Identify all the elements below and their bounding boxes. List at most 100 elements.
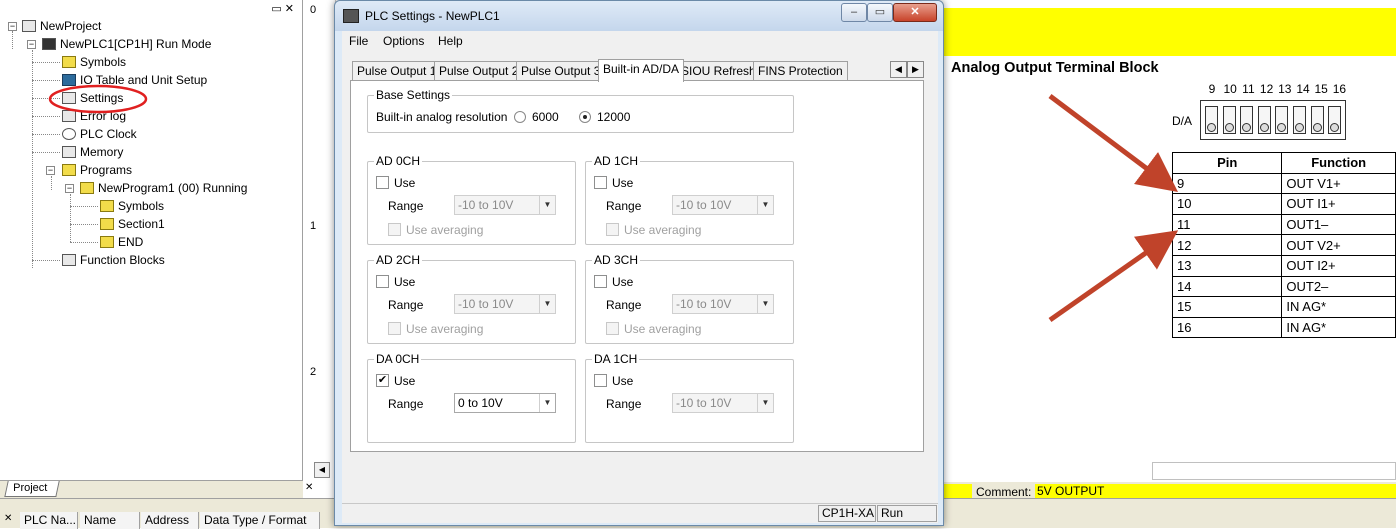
range-label: Range: [388, 397, 424, 411]
highlight-band: [942, 8, 1396, 56]
use-label: Use: [612, 374, 634, 388]
tab-builtin-ad-da[interactable]: Built-in AD/DA: [598, 59, 685, 82]
horizontal-scrollbar[interactable]: [1152, 462, 1396, 480]
range-select[interactable]: -10 to 10V ▼: [672, 294, 774, 314]
range-select[interactable]: -10 to 10V ▼: [454, 195, 556, 215]
collapse-plc-icon[interactable]: −: [27, 40, 36, 49]
pin-function-table: Pin Function 9 OUT V1+ 10 OUT I1+ 11 OUT1– 12 OU…: [1171, 152, 1396, 339]
annotation-circle: [48, 84, 148, 114]
range-value: -10 to 10V: [676, 297, 732, 311]
tree-plc[interactable]: NewPLC1[CP1H] Run Mode: [42, 35, 211, 53]
averaging-label: Use averaging: [406, 223, 484, 237]
tree-item-end[interactable]: END: [100, 233, 143, 251]
project-tree-panel: ▭ ✕ − NewProject − NewPLC1[CP1H] Run Mod…: [0, 0, 303, 498]
tree-item-symbols[interactable]: Symbols: [62, 53, 126, 71]
tree-item-program[interactable]: NewProgram1 (00) Running: [80, 179, 247, 197]
tab-project[interactable]: Project: [4, 481, 60, 497]
range-value: -10 to 10V: [458, 297, 514, 311]
table-row: 9 OUT V1+: [1171, 172, 1396, 195]
status-bar: CP1H-XA Run: [342, 503, 938, 523]
memory-icon: [62, 146, 76, 158]
close-button[interactable]: ✕: [893, 3, 937, 22]
section-icon: [100, 236, 114, 248]
averaging-checkbox[interactable]: [388, 322, 401, 335]
channel-group-5: DA 1CH Use Range -10 to 10V ▼: [585, 352, 794, 443]
tree-item-section1[interactable]: Section1: [100, 215, 165, 233]
channel-title: AD 0CH: [374, 154, 423, 168]
tab-siou-refresh[interactable]: SIOU Refresh: [676, 61, 761, 81]
column-header-data-type[interactable]: Data Type / Format: [200, 512, 320, 529]
menu-options[interactable]: Options: [383, 34, 424, 48]
range-select[interactable]: -10 to 10V ▼: [672, 393, 774, 413]
tab-scroll-right-icon[interactable]: ▶: [907, 61, 924, 78]
tree-item-memory[interactable]: Memory: [62, 143, 123, 161]
close-icon[interactable]: ✕: [305, 482, 313, 493]
dialog-titlebar[interactable]: PLC Settings - NewPLC1 – ▭ ✕: [335, 1, 943, 31]
tab-scroll-left-icon[interactable]: ◀: [890, 61, 907, 78]
terminal-screw: [1275, 106, 1289, 134]
tree-plc-label: NewPLC1[CP1H] Run Mode: [60, 37, 212, 51]
annotation-arrows: [1048, 94, 1179, 323]
use-checkbox[interactable]: [376, 176, 389, 189]
channel-title: DA 1CH: [592, 352, 640, 366]
tree-item-program-symbols[interactable]: Symbols: [100, 197, 164, 215]
collapse-programs-icon[interactable]: −: [46, 166, 55, 175]
collapse-root-icon[interactable]: −: [8, 22, 17, 31]
averaging-checkbox[interactable]: [606, 223, 619, 236]
tree-item-plc-clock[interactable]: PLC Clock: [62, 125, 137, 143]
use-checkbox[interactable]: ✔: [376, 374, 389, 387]
programs-icon: [62, 164, 76, 176]
tree-tab-bar: Project ✕: [0, 480, 313, 498]
function-blocks-icon: [62, 254, 76, 266]
use-checkbox[interactable]: [594, 275, 607, 288]
base-settings-group: Base Settings Built-in analog resolution…: [367, 88, 794, 133]
column-header-plc-name[interactable]: PLC Na...: [20, 512, 78, 529]
status-model: CP1H-XA: [818, 505, 876, 522]
status-mode: Run: [877, 505, 937, 522]
use-checkbox[interactable]: [376, 275, 389, 288]
scroll-left-icon[interactable]: ◀: [314, 462, 330, 478]
tree-root[interactable]: NewProject: [22, 17, 101, 35]
table-row: 15 IN AG*: [1171, 296, 1396, 318]
channel-title: AD 3CH: [592, 253, 641, 267]
table-row: 11 OUT1–: [1171, 213, 1396, 236]
tab-pulse-output-1[interactable]: Pulse Output 1: [352, 61, 442, 81]
range-select[interactable]: -10 to 10V ▼: [454, 294, 556, 314]
pin-number: 9: [1208, 82, 1216, 96]
use-checkbox[interactable]: [594, 374, 607, 387]
averaging-checkbox[interactable]: [606, 322, 619, 335]
terminal-screw: [1257, 106, 1271, 134]
comment-value[interactable]: 5V OUTPUT: [1035, 484, 1396, 499]
menu-file[interactable]: File: [349, 34, 368, 48]
radio-12000[interactable]: [579, 111, 591, 123]
use-checkbox[interactable]: [594, 176, 607, 189]
rung-number: 2: [310, 366, 317, 378]
tree-item-programs[interactable]: Programs: [62, 161, 132, 179]
minimize-button[interactable]: –: [841, 3, 867, 22]
maximize-button[interactable]: ▭: [867, 3, 893, 22]
use-label: Use: [612, 176, 634, 190]
use-label: Use: [394, 176, 416, 190]
channel-group-3: AD 3CH Use Range -10 to 10V ▼ Use averagi…: [585, 253, 794, 344]
column-header-address[interactable]: Address: [141, 512, 199, 529]
function-cell: IN AG*: [1281, 296, 1396, 318]
table-row: 10 OUT I1+: [1171, 193, 1396, 215]
close-icon[interactable]: ✕: [4, 513, 12, 524]
table-row: 14 OUT2–: [1171, 275, 1396, 298]
tab-pulse-output-2[interactable]: Pulse Output 2: [434, 61, 524, 81]
range-select[interactable]: -10 to 10V ▼: [672, 195, 774, 215]
collapse-program-icon[interactable]: −: [65, 184, 74, 193]
tab-pulse-output-3[interactable]: Pulse Output 3: [516, 61, 606, 81]
radio-6000[interactable]: [514, 111, 526, 123]
menu-help[interactable]: Help: [438, 34, 463, 48]
tab-fins-protection[interactable]: FINS Protection: [753, 61, 848, 81]
tree-panel-buttons[interactable]: ▭ ✕: [271, 2, 294, 15]
column-header-name[interactable]: Name: [80, 512, 140, 529]
range-select[interactable]: 0 to 10V ▼: [454, 393, 556, 413]
tree-item-function-blocks[interactable]: Function Blocks: [62, 251, 165, 269]
function-header: Function: [1281, 152, 1396, 174]
averaging-checkbox[interactable]: [388, 223, 401, 236]
channel-title: AD 2CH: [374, 253, 423, 267]
pin-number: 11: [1242, 82, 1255, 96]
terminal-diagram: Analog Output Terminal Block 9 10 11 12 13 14…: [944, 56, 1396, 342]
